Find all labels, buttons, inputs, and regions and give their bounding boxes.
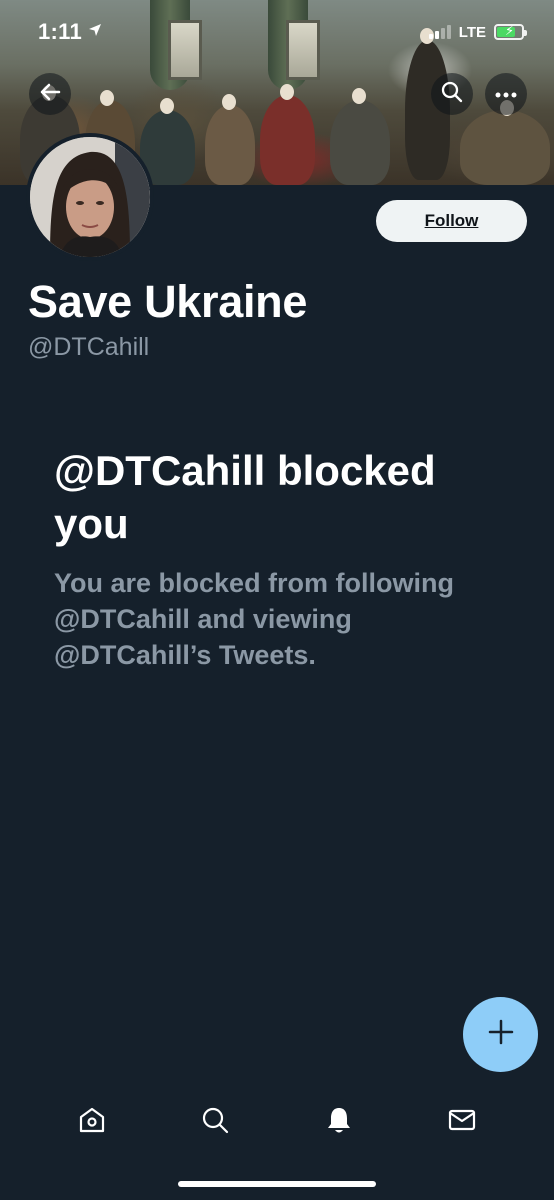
status-time: 1:11 [38, 19, 83, 44]
search-icon [441, 81, 463, 108]
banner-head [100, 90, 114, 106]
nav-explore[interactable] [185, 1092, 245, 1152]
compose-tweet-button[interactable] [463, 997, 538, 1072]
nav-messages[interactable] [432, 1092, 492, 1152]
avatar-image [30, 137, 150, 257]
banner-figure [460, 110, 550, 185]
banner-figure [330, 100, 390, 185]
banner-figure [205, 105, 255, 185]
status-bar: 1:11 LTE ⚡ [0, 0, 554, 64]
blocked-message: You are blocked from following @DTCahill… [54, 568, 455, 670]
mail-icon [447, 1105, 477, 1140]
bottom-nav [0, 1090, 554, 1154]
search-icon [200, 1105, 230, 1140]
banner-head [222, 94, 236, 110]
banner-head [160, 98, 174, 114]
home-icon [77, 1105, 107, 1140]
banner-figure [260, 95, 315, 185]
blocked-title: @DTCahill blocked you [54, 447, 436, 547]
battery-icon: ⚡ [494, 23, 527, 40]
location-arrow-icon [88, 23, 102, 42]
back-button[interactable] [29, 73, 71, 115]
home-indicator[interactable] [178, 1181, 376, 1187]
signal-icon [428, 25, 451, 39]
bell-icon [324, 1105, 354, 1140]
status-indicators: LTE ⚡ [428, 23, 527, 41]
profile-screen: 1:11 LTE ⚡ Follow Save Ukraine @DTCahill… [0, 0, 554, 1200]
search-button[interactable] [431, 73, 473, 115]
back-arrow-icon [39, 81, 61, 108]
profile-display-name: Save Ukraine [28, 276, 308, 327]
follow-button[interactable]: Follow [376, 200, 527, 242]
banner-head [280, 84, 294, 100]
more-icon [495, 85, 517, 103]
network-label: LTE [458, 23, 486, 41]
avatar[interactable] [26, 133, 154, 261]
profile-handle: @DTCahill [28, 333, 150, 361]
more-options-button[interactable] [485, 73, 527, 115]
nav-home[interactable] [62, 1092, 122, 1152]
banner-head [352, 88, 366, 104]
compose-plus-icon [487, 1018, 515, 1051]
nav-notifications[interactable] [309, 1092, 369, 1152]
